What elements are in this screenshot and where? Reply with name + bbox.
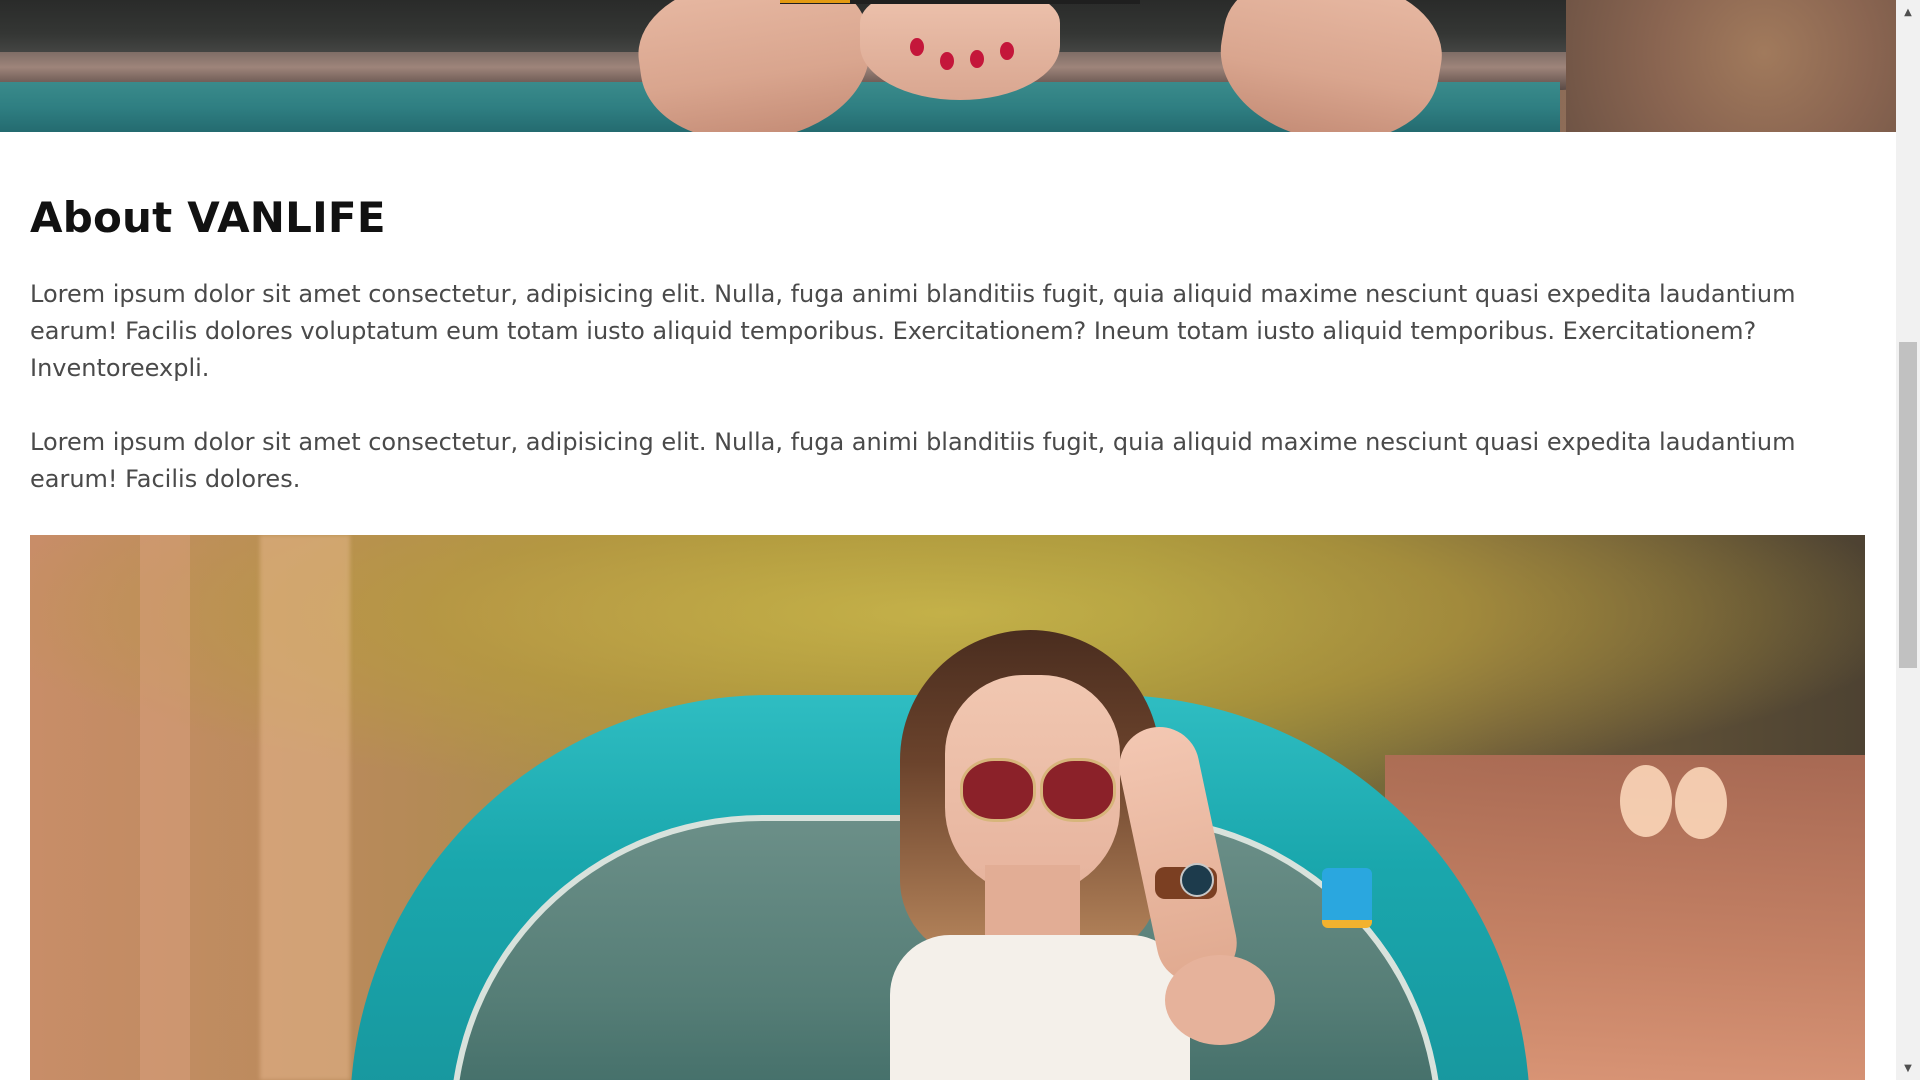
photo-sunglasses-lens bbox=[960, 758, 1036, 822]
hero-skirt-accent bbox=[780, 0, 850, 3]
about-paragraph-1: Lorem ipsum dolor sit amet consectetur, … bbox=[30, 280, 1796, 382]
hero-nail bbox=[970, 50, 984, 68]
photo-person-elbow bbox=[1165, 955, 1275, 1045]
about-photo bbox=[30, 535, 1865, 1080]
photo-window-sticker bbox=[1322, 868, 1372, 928]
scrollbar-thumb[interactable] bbox=[1899, 342, 1917, 668]
photo-bokeh-light bbox=[1620, 765, 1672, 837]
hero-nail bbox=[1000, 42, 1014, 60]
hero-ground bbox=[1566, 0, 1896, 132]
about-paragraph-2: Lorem ipsum dolor sit amet consectetur, … bbox=[30, 428, 1796, 493]
about-heading: About VANLIFE bbox=[30, 193, 386, 242]
page: About VANLIFE Lorem ipsum dolor sit amet… bbox=[0, 0, 1896, 1080]
about-section: About VANLIFE Lorem ipsum dolor sit amet… bbox=[30, 132, 1866, 498]
scroll-down-arrow-icon[interactable]: ▼ bbox=[1896, 1058, 1920, 1078]
photo-bokeh-light bbox=[1675, 767, 1727, 839]
photo-person-top bbox=[890, 935, 1190, 1080]
hero-nail bbox=[910, 38, 924, 56]
vertical-scrollbar[interactable]: ▲ ▼ bbox=[1896, 0, 1920, 1080]
hero-image bbox=[0, 0, 1896, 132]
photo-sunglasses-lens bbox=[1040, 758, 1116, 822]
photo-watch-face bbox=[1180, 863, 1214, 897]
scroll-up-arrow-icon[interactable]: ▲ bbox=[1896, 2, 1920, 22]
photo-tree bbox=[140, 535, 190, 1080]
hero-nail bbox=[940, 52, 954, 70]
photo-tree bbox=[260, 535, 350, 1080]
